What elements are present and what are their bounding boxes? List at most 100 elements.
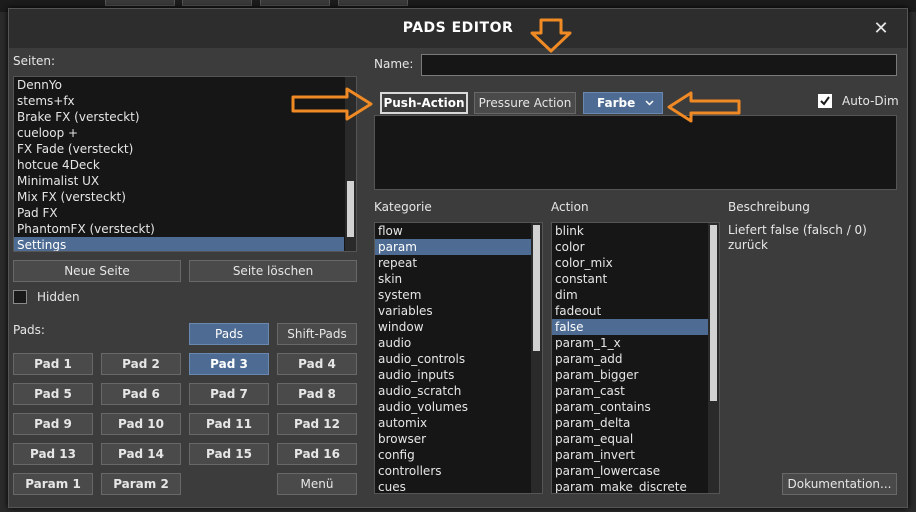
pads-tab-button[interactable]: Pads	[189, 323, 269, 345]
pad-button-13[interactable]: Pad 13	[13, 443, 93, 465]
pad-button-4[interactable]: Pad 4	[277, 353, 357, 375]
background-tab	[105, 0, 175, 6]
action-list-item[interactable]: false	[552, 319, 708, 335]
category-scrollbar[interactable]	[531, 223, 542, 493]
pad-button-11[interactable]: Pad 11	[189, 413, 269, 435]
description-header: Beschreibung	[728, 200, 810, 214]
pad-button-5[interactable]: Pad 5	[13, 383, 93, 405]
pad-button-7[interactable]: Pad 7	[189, 383, 269, 405]
action-script-editor[interactable]	[374, 115, 897, 190]
action-items: blink color color_mix constant dim fadeout fal…	[552, 223, 708, 493]
action-scrollbar-thumb[interactable]	[710, 225, 717, 401]
action-list-item[interactable]: fadeout	[552, 303, 708, 319]
action-list[interactable]: blink color color_mix constant dim fadeout fal…	[551, 222, 720, 494]
name-label: Name:	[374, 57, 414, 71]
pad-button-10[interactable]: Pad 10	[101, 413, 181, 435]
pad-button-6[interactable]: Pad 6	[101, 383, 181, 405]
background-tab	[182, 0, 252, 6]
name-input[interactable]	[421, 54, 897, 76]
tab-pressure-action[interactable]: Pressure Action	[474, 92, 576, 114]
action-list-item[interactable]: param_make_discrete	[552, 479, 708, 493]
action-list-item[interactable]: color	[552, 239, 708, 255]
action-list-item[interactable]: param_lowercase	[552, 463, 708, 479]
arrow-down-icon	[530, 18, 572, 53]
pad-button-14[interactable]: Pad 14	[101, 443, 181, 465]
hidden-checkbox[interactable]	[13, 290, 27, 304]
pages-scrollbar-thumb[interactable]	[347, 181, 354, 237]
action-list-item[interactable]: param_cast	[552, 383, 708, 399]
action-list-item[interactable]: param_contains	[552, 399, 708, 415]
pages-label: Seiten:	[13, 54, 56, 68]
category-list[interactable]: flow param repeat skin system variables window…	[374, 222, 543, 494]
tab-push-action[interactable]: Push-Action	[380, 92, 468, 114]
param-2-button[interactable]: Param 2	[101, 473, 181, 495]
category-list-item[interactable]: cues	[375, 479, 531, 493]
color-dropdown[interactable]: Farbe	[583, 92, 663, 114]
category-list-item[interactable]: audio_controls	[375, 351, 531, 367]
pad-button-16[interactable]: Pad 16	[277, 443, 357, 465]
checkmark-icon	[820, 96, 830, 106]
action-list-item[interactable]: param_bigger	[552, 367, 708, 383]
documentation-button[interactable]: Dokumentation...	[782, 473, 897, 495]
pad-button-3[interactable]: Pad 3	[189, 353, 269, 375]
action-list-item[interactable]: blink	[552, 223, 708, 239]
new-page-button[interactable]: Neue Seite	[13, 260, 181, 282]
color-dropdown-label: Farbe	[597, 96, 636, 110]
page-list-item[interactable]: Settings	[14, 237, 344, 251]
category-list-item[interactable]: skin	[375, 271, 531, 287]
action-list-item[interactable]: param_invert	[552, 447, 708, 463]
page-list-item[interactable]: Pad FX	[14, 205, 344, 221]
action-list-item[interactable]: dim	[552, 287, 708, 303]
category-list-item[interactable]: variables	[375, 303, 531, 319]
pads-label: Pads:	[13, 323, 45, 337]
category-list-item[interactable]: flow	[375, 223, 531, 239]
category-list-item[interactable]: system	[375, 287, 531, 303]
action-list-item[interactable]: constant	[552, 271, 708, 287]
auto-dim-checkbox[interactable]	[818, 94, 832, 108]
page-list-item[interactable]: PhantomFX (versteckt)	[14, 221, 344, 237]
pad-button-1[interactable]: Pad 1	[13, 353, 93, 375]
pad-button-9[interactable]: Pad 9	[13, 413, 93, 435]
auto-dim-label: Auto-Dim	[842, 94, 899, 108]
action-list-item[interactable]: param_1_x	[552, 335, 708, 351]
chevron-down-icon	[645, 100, 654, 106]
category-list-item[interactable]: window	[375, 319, 531, 335]
category-list-item[interactable]: audio_volumes	[375, 399, 531, 415]
menu-button[interactable]: Menü	[277, 473, 357, 495]
action-list-item[interactable]: param_delta	[552, 415, 708, 431]
action-list-item[interactable]: param_add	[552, 351, 708, 367]
page-list-item[interactable]: Mix FX (versteckt)	[14, 189, 344, 205]
page-list-item[interactable]: hotcue 4Deck	[14, 157, 344, 173]
pad-button-2[interactable]: Pad 2	[101, 353, 181, 375]
dialog-title: PADS EDITOR	[402, 20, 514, 36]
category-list-item[interactable]: config	[375, 447, 531, 463]
category-list-item[interactable]: audio	[375, 335, 531, 351]
category-list-item[interactable]: controllers	[375, 463, 531, 479]
category-list-item[interactable]: audio_inputs	[375, 367, 531, 383]
page-list-item[interactable]: Minimalist UX	[14, 173, 344, 189]
pad-button-8[interactable]: Pad 8	[277, 383, 357, 405]
shift-pads-tab-button[interactable]: Shift-Pads	[277, 323, 357, 345]
pad-button-12[interactable]: Pad 12	[277, 413, 357, 435]
page-list-item[interactable]: cueloop +	[14, 125, 344, 141]
category-scrollbar-thumb[interactable]	[533, 225, 540, 351]
param-1-button[interactable]: Param 1	[13, 473, 93, 495]
close-icon[interactable]: ✕	[866, 14, 896, 44]
background-tab	[260, 0, 330, 6]
hidden-label: Hidden	[37, 290, 80, 304]
category-list-item[interactable]: repeat	[375, 255, 531, 271]
category-list-item[interactable]: automix	[375, 415, 531, 431]
category-items: flow param repeat skin system variables window…	[375, 223, 531, 493]
action-list-item[interactable]: color_mix	[552, 255, 708, 271]
pad-button-15[interactable]: Pad 15	[189, 443, 269, 465]
background-tab	[338, 0, 408, 6]
category-list-item[interactable]: browser	[375, 431, 531, 447]
category-list-item[interactable]: audio_scratch	[375, 383, 531, 399]
action-scrollbar[interactable]	[708, 223, 719, 493]
action-list-item[interactable]: param_equal	[552, 431, 708, 447]
category-list-item[interactable]: param	[375, 239, 531, 255]
page-list-item[interactable]: FX Fade (versteckt)	[14, 141, 344, 157]
arrow-left-icon	[667, 91, 741, 123]
arrow-right-icon	[291, 87, 373, 121]
delete-page-button[interactable]: Seite löschen	[189, 260, 357, 282]
